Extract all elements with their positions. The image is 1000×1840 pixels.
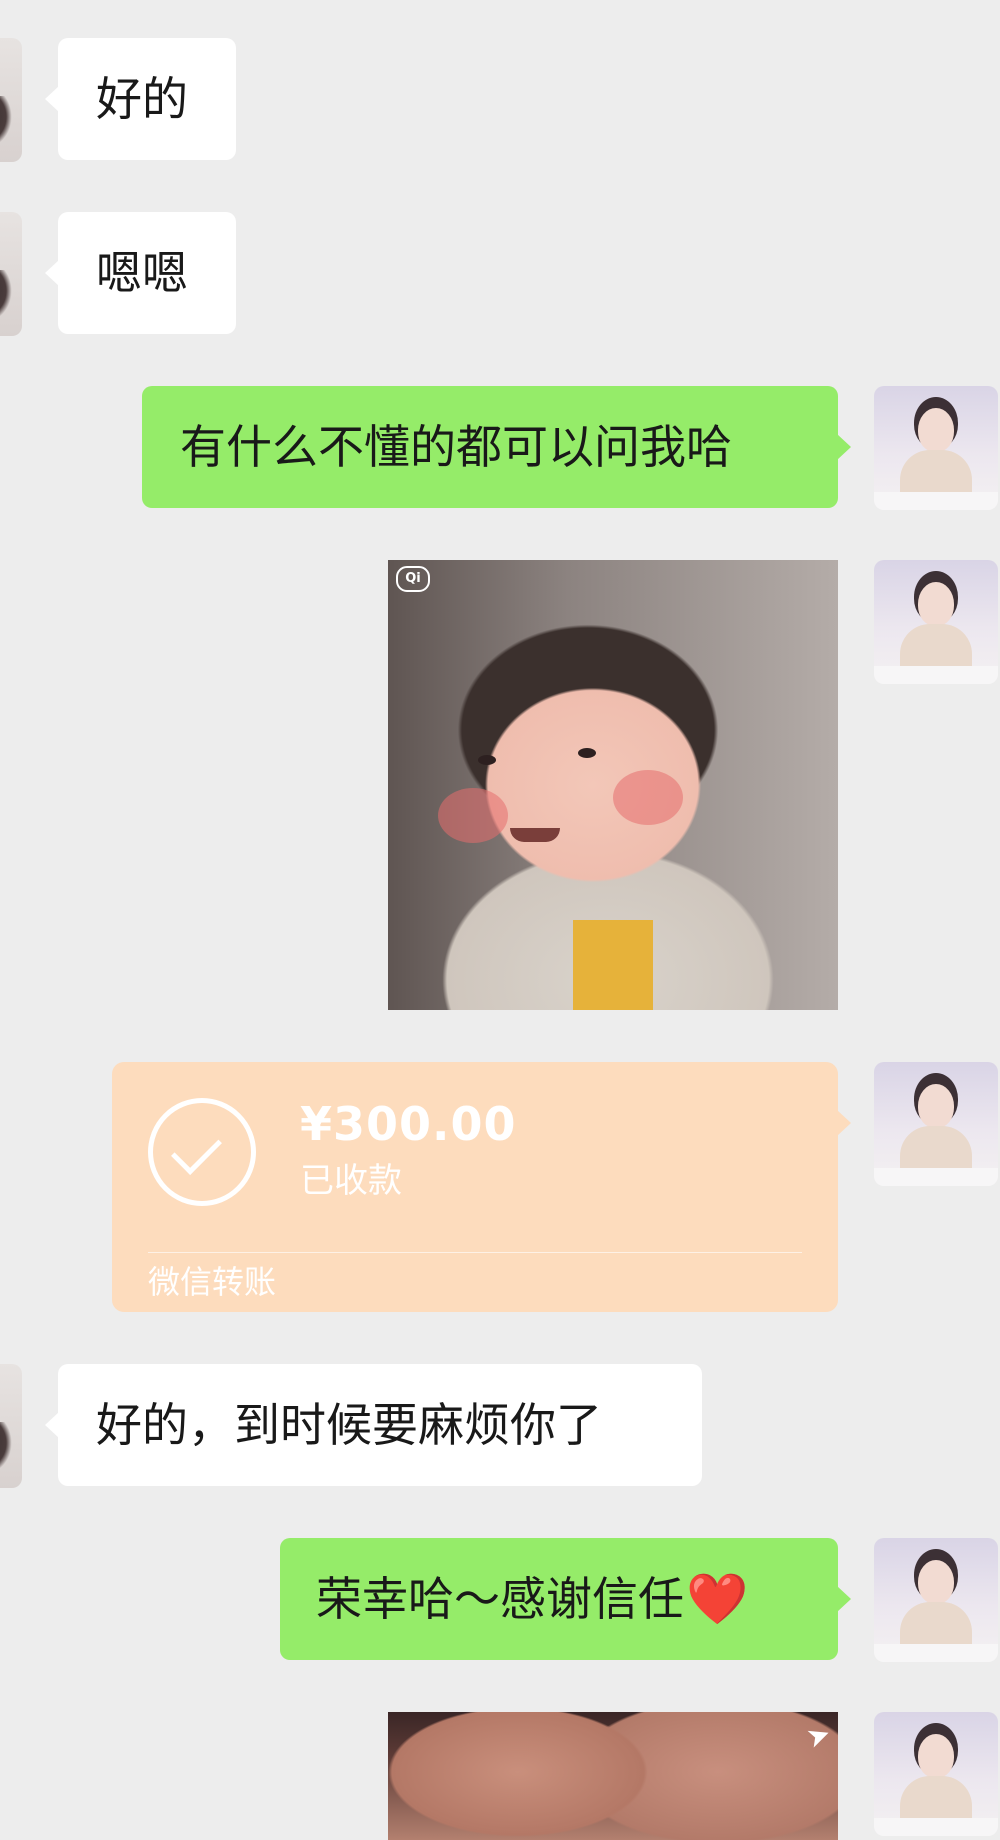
avatar-table-shape	[874, 1644, 998, 1662]
hair-shape	[0, 1422, 12, 1474]
divider	[148, 1252, 802, 1253]
transfer-card[interactable]: ¥300.00 已收款 微信转账	[112, 1062, 851, 1312]
outgoing-message[interactable]: 荣幸哈～感谢信任❤️	[280, 1538, 851, 1660]
message-text: 有什么不懂的都可以问我哈	[180, 420, 732, 474]
sticker-mouth-shape	[510, 828, 560, 842]
sticker-scarf-shape	[573, 920, 653, 1010]
avatar-head-shape	[918, 1084, 954, 1128]
incoming-message[interactable]: 嗯嗯	[45, 212, 236, 334]
transfer-label: 微信转账	[148, 1263, 277, 1301]
my-avatar[interactable]	[874, 1062, 998, 1186]
transfer-amount: ¥300.00	[300, 1097, 517, 1151]
message-text: 好的	[96, 72, 188, 126]
avatar-head-shape	[918, 1734, 954, 1778]
message-text: 荣幸哈～感谢信任	[316, 1572, 684, 1626]
message-text: 嗯嗯	[96, 246, 188, 300]
contact-avatar[interactable]	[0, 1364, 22, 1488]
my-avatar[interactable]	[874, 1538, 998, 1662]
check-circle-icon	[148, 1098, 256, 1206]
outgoing-message[interactable]: 有什么不懂的都可以问我哈	[142, 386, 851, 508]
hair-shape	[0, 270, 12, 322]
play-arrow-icon: ➤	[801, 1716, 835, 1756]
avatar-table-shape	[874, 1818, 998, 1836]
transfer-status: 已收款	[300, 1161, 402, 1201]
sticker-eye-shape	[478, 755, 496, 765]
sticker-eye-shape	[578, 748, 596, 758]
avatar-head-shape	[918, 1560, 954, 1604]
my-avatar[interactable]	[874, 1712, 998, 1836]
sticker-cheek-shape	[613, 770, 683, 825]
incoming-message[interactable]: 好的，到时候要麻烦你了	[45, 1364, 702, 1486]
sticker-cheek-shape	[438, 788, 508, 843]
my-avatar[interactable]	[874, 560, 998, 684]
heart-emoji-icon: ❤️	[686, 1570, 749, 1628]
avatar-head-shape	[918, 408, 954, 452]
incoming-message[interactable]: 好的	[45, 38, 236, 160]
hair-shape	[0, 96, 12, 148]
avatar-table-shape	[874, 666, 998, 684]
contact-avatar[interactable]	[0, 38, 22, 162]
avatar-table-shape	[874, 1168, 998, 1186]
sticker-image[interactable]: ➤	[388, 1712, 838, 1840]
contact-avatar[interactable]	[0, 212, 22, 336]
message-text: 好的，到时候要麻烦你了	[96, 1398, 602, 1452]
avatar-table-shape	[874, 492, 998, 510]
my-avatar[interactable]	[874, 386, 998, 510]
avatar-head-shape	[918, 582, 954, 626]
sticker-image[interactable]: Qi	[388, 560, 838, 1010]
sticker-watermark-icon: Qi	[396, 566, 430, 592]
